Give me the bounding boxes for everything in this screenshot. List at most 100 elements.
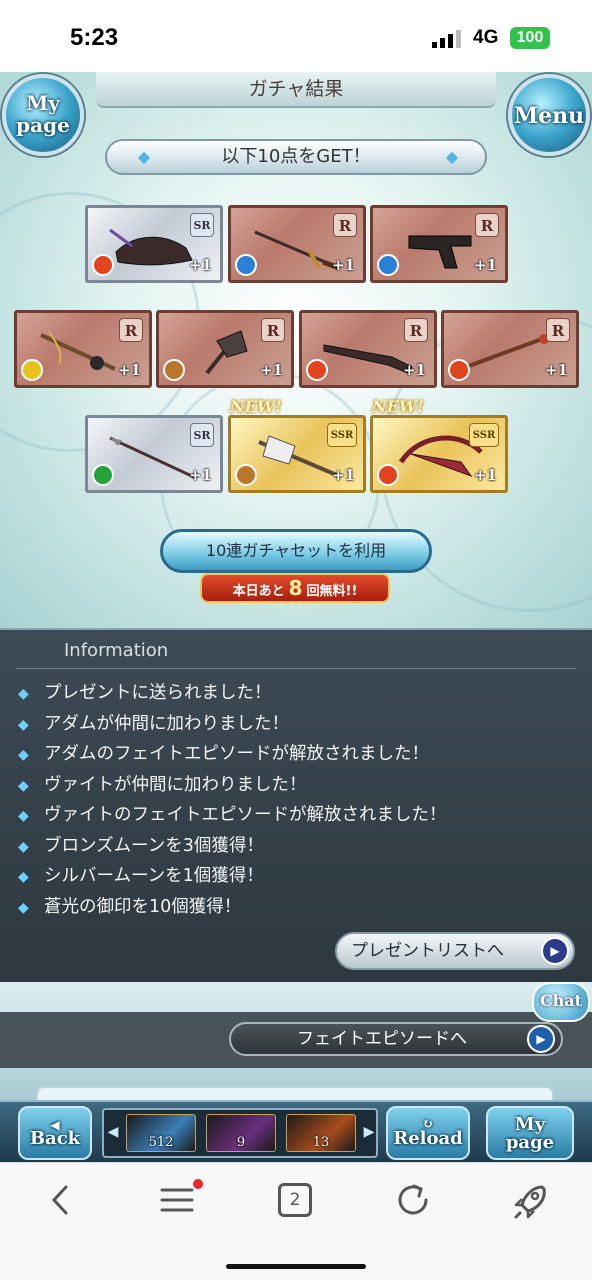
chat-button[interactable]: Chat [532, 982, 590, 1022]
diamond-icon: ◆ [18, 869, 29, 885]
fate-episode-label: フェイトエピソードへ [297, 1029, 467, 1049]
status-time: 5:23 [70, 24, 119, 51]
info-line: 蒼光の御印を10個獲得！ [44, 896, 242, 917]
item-slot[interactable]: 512 [126, 1114, 196, 1152]
gun-weapon-icon [408, 235, 472, 269]
water-element-icon [235, 254, 257, 276]
gacha-result-screen: ガチャ結果 My page Menu ◆ 以下10点をGET！ ◆ SR +1 R +… [0, 72, 592, 628]
list-item: ◆ 蒼光の御印を10個獲得！ [18, 892, 447, 923]
tab-count: 2 [278, 1183, 312, 1217]
status-bar: 5:23 4G 100 [0, 0, 592, 72]
play-icon: ▶ [527, 1025, 555, 1053]
get-banner-text: 以下10点をGET！ [221, 146, 371, 167]
earth-element-icon [235, 464, 257, 486]
new-tag: NEW! [372, 397, 424, 416]
plus-count: +1 [544, 361, 568, 379]
left-arrow-icon[interactable]: ◀ [106, 1124, 120, 1140]
toolbar-my-page-button[interactable]: My page [486, 1106, 574, 1160]
item-slot[interactable]: 13 [286, 1114, 356, 1152]
list-item: ◆ アダムが仲間に加わりました！ [18, 709, 447, 740]
back-icon[interactable] [36, 1175, 86, 1225]
rarity-badge: R [333, 213, 357, 237]
info-line: ブロンズムーンを3個獲得！ [44, 835, 264, 856]
rarity-badge: R [546, 318, 570, 342]
result-card[interactable]: R +1 [370, 205, 508, 283]
result-card[interactable]: R +1 [156, 310, 294, 388]
rarity-badge: R [119, 318, 143, 342]
result-card[interactable]: R +1 [228, 205, 366, 283]
back-button[interactable]: ◀ Back [18, 1106, 92, 1160]
menu-button[interactable]: Menu [508, 74, 590, 156]
plus-count: +1 [331, 256, 355, 274]
plus-count: +1 [331, 466, 355, 484]
rarity-badge: SSR [327, 423, 357, 447]
list-item: ◆ シルバームーンを1個獲得！ [18, 861, 447, 892]
menu-icon[interactable] [154, 1175, 204, 1225]
fire-element-icon [377, 464, 399, 486]
staff-weapon-icon [465, 334, 549, 369]
rifle-weapon-icon [323, 344, 413, 374]
reload-button[interactable]: ↻ Reload [386, 1106, 470, 1160]
fire-element-icon [92, 254, 114, 276]
diamond-icon: ◆ [18, 838, 29, 855]
lower-area: フェイトエピソードへ ▶ Chat [0, 982, 592, 1102]
free-count: 8 [288, 576, 303, 600]
play-icon: ▶ [541, 937, 569, 965]
list-item: ◆ アダムのフェイトエピソードが解放されました！ [18, 739, 447, 770]
network-label: 4G [473, 27, 499, 48]
right-arrow-icon[interactable]: ▶ [362, 1124, 376, 1140]
plus-count: +1 [188, 466, 212, 484]
result-card[interactable]: SSR +1 [370, 415, 508, 493]
result-card[interactable]: R +1 [14, 310, 152, 388]
diamond-icon: ◆ [18, 808, 29, 824]
tabs-button[interactable]: 2 [270, 1175, 320, 1225]
spear-weapon-icon [109, 436, 197, 480]
gacha-set-button[interactable]: 10連ガチャセットを利用 [160, 529, 432, 573]
present-list-button[interactable]: プレゼントリストへ ▶ [335, 932, 575, 970]
gauntlet-weapon-icon [109, 228, 193, 266]
rocket-icon[interactable] [506, 1175, 556, 1225]
information-heading: Information [64, 640, 169, 661]
my-page-button[interactable]: My page [2, 74, 84, 156]
diamond-icon: ◆ [18, 716, 29, 733]
browser-toolbar: 2 [0, 1162, 592, 1280]
free-prefix: 本日あと [232, 584, 285, 599]
reload-label: Reload [393, 1128, 463, 1149]
list-item: ◆ プレゼントに送られました！ [18, 678, 447, 709]
info-line: ヴァイトのフェイトエピソードが解放されました！ [44, 805, 447, 825]
gem-icon: ◆ [137, 147, 151, 166]
toolbar-page-label: page [505, 1132, 555, 1153]
axe-weapon-icon [205, 330, 248, 375]
back-label: Back [29, 1128, 81, 1149]
result-card[interactable]: SSR +1 [228, 415, 366, 493]
free-draw-counter: 本日あと 8 回無料!! [200, 573, 390, 603]
result-card[interactable]: R +1 [441, 310, 579, 388]
plus-count: +1 [188, 256, 212, 274]
diamond-icon: ◆ [18, 747, 29, 763]
plus-count: +1 [473, 466, 497, 484]
info-line: アダムが仲間に加わりました！ [44, 713, 289, 734]
plus-count: +1 [259, 361, 283, 379]
earth-element-icon [163, 359, 185, 381]
header-title-bar: ガチャ結果 [96, 72, 496, 108]
list-item: ◆ ヴァイトのフェイトエピソードが解放されました！ [18, 800, 447, 831]
battery-icon: 100 [510, 27, 550, 49]
plus-count: +1 [473, 256, 497, 274]
get-banner: ◆ 以下10点をGET！ ◆ [105, 139, 487, 175]
item-count: 512 [148, 1135, 174, 1150]
result-card[interactable]: R +1 [299, 310, 437, 388]
result-card[interactable]: SR +1 [85, 415, 223, 493]
rarity-badge: R [261, 318, 285, 342]
result-card[interactable]: SR +1 [85, 205, 223, 283]
dagger-weapon-icon [254, 230, 340, 271]
diamond-icon: ◆ [18, 686, 29, 702]
item-slot[interactable]: 9 [206, 1114, 276, 1152]
home-indicator [226, 1264, 366, 1269]
rarity-badge: SSR [469, 423, 499, 447]
signal-icon [432, 30, 461, 48]
rarity-badge: R [404, 318, 428, 342]
information-list: ◆ プレゼントに送られました！ ◆ アダムが仲間に加わりました！ ◆ アダムのフェイト… [18, 678, 447, 922]
free-suffix: 回無料!! [306, 584, 358, 599]
fate-episode-button[interactable]: フェイトエピソードへ ▶ [229, 1022, 563, 1056]
refresh-icon[interactable] [388, 1175, 438, 1225]
